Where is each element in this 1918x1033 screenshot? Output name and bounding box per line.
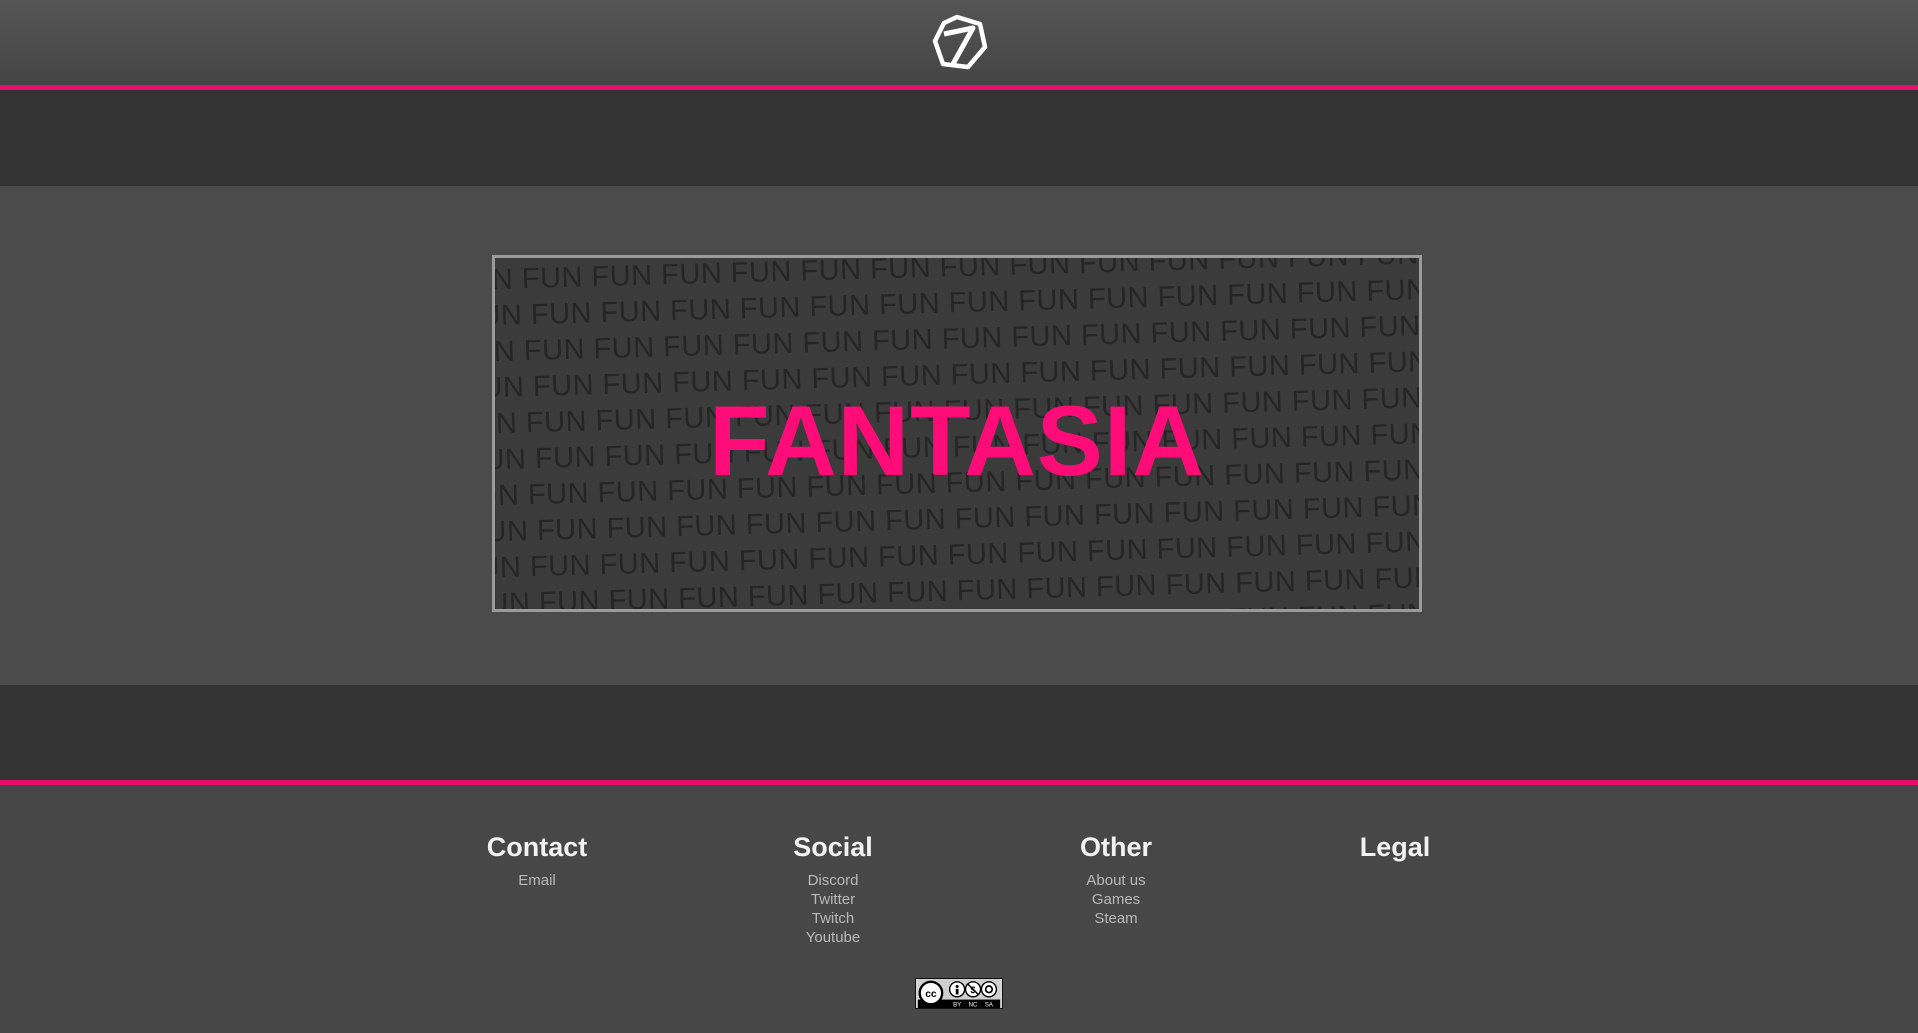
footer-heading: Social <box>793 832 873 862</box>
cc-label-by: BY <box>953 1002 961 1009</box>
footer-heading: Contact <box>486 832 588 862</box>
footer-accent-line <box>0 780 1918 785</box>
svg-text:cc: cc <box>925 989 937 1000</box>
footer-column-contact: Contact Email <box>417 829 657 890</box>
banner-title: FANTASIA <box>709 385 1205 496</box>
fantasia-banner[interactable]: FUN FUN FUN FUN FUN FUN FUN FUN FUN FUN … <box>492 255 1422 612</box>
footer-link-discord[interactable]: Discord <box>713 871 953 890</box>
footer-link-about-us[interactable]: About us <box>996 871 1236 890</box>
footer-heading: Other <box>1079 832 1152 862</box>
footer-column-legal: Legal <box>1275 829 1515 865</box>
footer-column-other: Other About us Games Steam <box>996 829 1236 928</box>
top-header <box>0 0 1918 85</box>
footer-link-email[interactable]: Email <box>417 871 657 890</box>
footer-column-social: Social Discord Twitter Twitch Youtube <box>713 829 953 947</box>
footer-heading: Legal <box>1359 832 1431 862</box>
footer-link-twitter[interactable]: Twitter <box>713 890 953 909</box>
footer-dark-band <box>0 685 1918 781</box>
creative-commons-license-icon[interactable]: cc $ BY NC SA <box>915 978 1003 1009</box>
footer-link-youtube[interactable]: Youtube <box>713 928 953 947</box>
footer-link-twitch[interactable]: Twitch <box>713 909 953 928</box>
cc-label-nc: NC <box>969 1002 978 1009</box>
footer-link-steam[interactable]: Steam <box>996 909 1236 928</box>
header-dark-band <box>0 90 1918 186</box>
cc-label-sa: SA <box>985 1002 994 1009</box>
footer-link-games[interactable]: Games <box>996 890 1236 909</box>
hexagon-seven-logo-icon[interactable] <box>930 14 988 72</box>
